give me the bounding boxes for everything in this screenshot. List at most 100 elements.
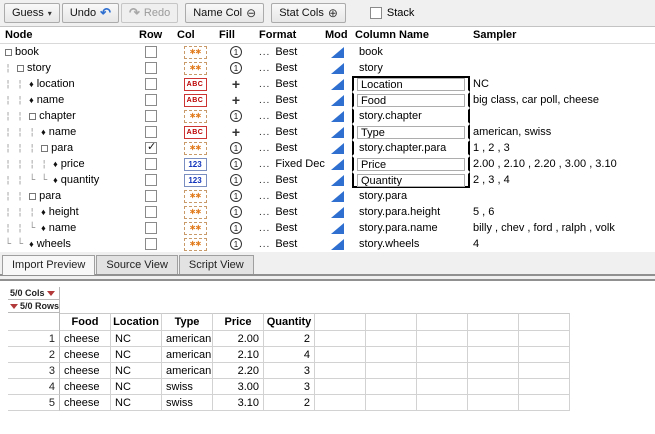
modeling-type-icon[interactable]	[331, 239, 344, 250]
rows-selector[interactable]: 5/0 Rows	[8, 300, 60, 313]
column-name-field[interactable]: Type	[357, 126, 465, 139]
column-type-icon[interactable]	[184, 206, 207, 219]
modeling-type-icon[interactable]	[331, 127, 344, 138]
view-tab[interactable]: Import Preview	[2, 255, 95, 275]
fill-mode-icon[interactable]: +	[232, 92, 240, 108]
row-checkbox[interactable]	[145, 206, 157, 218]
node-marker-icon[interactable]	[29, 193, 36, 200]
format-ellipsis-button[interactable]: ...	[259, 175, 270, 186]
format-ellipsis-button[interactable]: ...	[259, 47, 270, 58]
name-col-button[interactable]: Name Col ⊖	[185, 3, 264, 23]
format-ellipsis-button[interactable]: ...	[259, 79, 270, 90]
column-header[interactable]: Location	[111, 313, 162, 331]
column-type-icon[interactable]: 123	[184, 174, 207, 187]
row-checkbox[interactable]	[145, 126, 157, 138]
column-type-icon[interactable]	[184, 46, 207, 59]
column-name-field[interactable]: story	[357, 62, 465, 74]
column-type-icon[interactable]: ABC	[184, 126, 207, 139]
node-marker-icon[interactable]	[41, 223, 46, 233]
column-type-icon[interactable]	[184, 62, 207, 75]
undo-button[interactable]: Undo ↶	[62, 3, 119, 23]
modeling-type-icon[interactable]	[331, 207, 344, 218]
format-ellipsis-button[interactable]: ...	[259, 95, 270, 106]
red-triangle-menu-icon[interactable]	[10, 304, 18, 309]
fill-mode-icon[interactable]: +	[232, 124, 240, 140]
row-number[interactable]: 4	[8, 379, 60, 395]
guess-button[interactable]: Guess ▾	[4, 3, 60, 23]
columns-selector[interactable]: 5/0 Cols	[8, 287, 60, 300]
column-name-field[interactable]: story.para	[357, 190, 465, 202]
column-header[interactable]: Type	[162, 313, 213, 331]
column-name-field[interactable]: story.chapter	[357, 110, 465, 122]
node-marker-icon[interactable]	[29, 239, 34, 249]
modeling-type-icon[interactable]	[331, 159, 344, 170]
redo-button[interactable]: ↷ Redo	[121, 3, 178, 23]
fill-mode-icon[interactable]: 1	[230, 190, 242, 202]
node-marker-icon[interactable]	[29, 79, 34, 89]
fill-mode-icon[interactable]: 1	[230, 222, 242, 234]
column-name-field[interactable]: book	[357, 46, 465, 58]
format-ellipsis-button[interactable]: ...	[259, 191, 270, 202]
fill-mode-icon[interactable]: 1	[230, 110, 242, 122]
column-type-icon[interactable]: ABC	[184, 94, 207, 107]
node-marker-icon[interactable]	[29, 95, 34, 105]
column-name-field[interactable]: Price	[357, 158, 465, 171]
column-header[interactable]: Quantity	[264, 313, 315, 331]
fill-mode-icon[interactable]: 1	[230, 158, 242, 170]
modeling-type-icon[interactable]	[331, 47, 344, 58]
column-header[interactable]: Food	[60, 313, 111, 331]
column-name-field[interactable]: Food	[357, 94, 465, 107]
node-marker-icon[interactable]	[53, 175, 58, 185]
fill-mode-icon[interactable]: 1	[230, 206, 242, 218]
format-ellipsis-button[interactable]: ...	[259, 159, 270, 170]
modeling-type-icon[interactable]	[331, 175, 344, 186]
row-checkbox[interactable]	[145, 94, 157, 106]
modeling-type-icon[interactable]	[331, 111, 344, 122]
column-name-field[interactable]: story.chapter.para	[357, 142, 465, 154]
column-name-field[interactable]: Location	[357, 78, 465, 91]
column-name-field[interactable]: story.para.name	[357, 222, 465, 234]
column-type-icon[interactable]	[184, 142, 207, 155]
row-checkbox[interactable]	[145, 110, 157, 122]
row-checkbox[interactable]	[145, 238, 157, 250]
format-ellipsis-button[interactable]: ...	[259, 143, 270, 154]
row-checkbox[interactable]	[145, 222, 157, 234]
format-ellipsis-button[interactable]: ...	[259, 127, 270, 138]
modeling-type-icon[interactable]	[331, 63, 344, 74]
node-marker-icon[interactable]	[41, 145, 48, 152]
modeling-type-icon[interactable]	[331, 191, 344, 202]
column-type-icon[interactable]	[184, 110, 207, 123]
red-triangle-menu-icon[interactable]	[47, 291, 55, 296]
stack-checkbox[interactable]	[370, 7, 382, 19]
column-type-icon[interactable]	[184, 238, 207, 251]
modeling-type-icon[interactable]	[331, 95, 344, 106]
modeling-type-icon[interactable]	[331, 223, 344, 234]
column-name-field[interactable]: story.wheels	[357, 238, 465, 250]
fill-mode-icon[interactable]: 1	[230, 238, 242, 250]
format-ellipsis-button[interactable]: ...	[259, 239, 270, 250]
column-type-icon[interactable]: ABC	[184, 78, 207, 91]
row-number[interactable]: 1	[8, 331, 60, 347]
format-ellipsis-button[interactable]: ...	[259, 223, 270, 234]
node-marker-icon[interactable]	[5, 49, 12, 56]
row-checkbox[interactable]	[145, 46, 157, 58]
column-name-field[interactable]: story.para.height	[357, 206, 465, 218]
row-checkbox[interactable]	[145, 62, 157, 74]
row-checkbox[interactable]	[145, 190, 157, 202]
view-tab[interactable]: Script View	[179, 255, 254, 274]
row-number[interactable]: 2	[8, 347, 60, 363]
format-ellipsis-button[interactable]: ...	[259, 207, 270, 218]
modeling-type-icon[interactable]	[331, 79, 344, 90]
node-marker-icon[interactable]	[29, 113, 36, 120]
column-type-icon[interactable]: 123	[184, 158, 207, 171]
row-number[interactable]: 5	[8, 395, 60, 411]
row-number[interactable]: 3	[8, 363, 60, 379]
node-marker-icon[interactable]	[53, 159, 58, 169]
row-checkbox[interactable]	[145, 142, 157, 154]
fill-mode-icon[interactable]: +	[232, 76, 240, 92]
node-marker-icon[interactable]	[41, 207, 46, 217]
row-checkbox[interactable]	[145, 78, 157, 90]
stat-cols-button[interactable]: Stat Cols ⊕	[271, 3, 346, 23]
row-checkbox[interactable]	[145, 174, 157, 186]
row-checkbox[interactable]	[145, 158, 157, 170]
